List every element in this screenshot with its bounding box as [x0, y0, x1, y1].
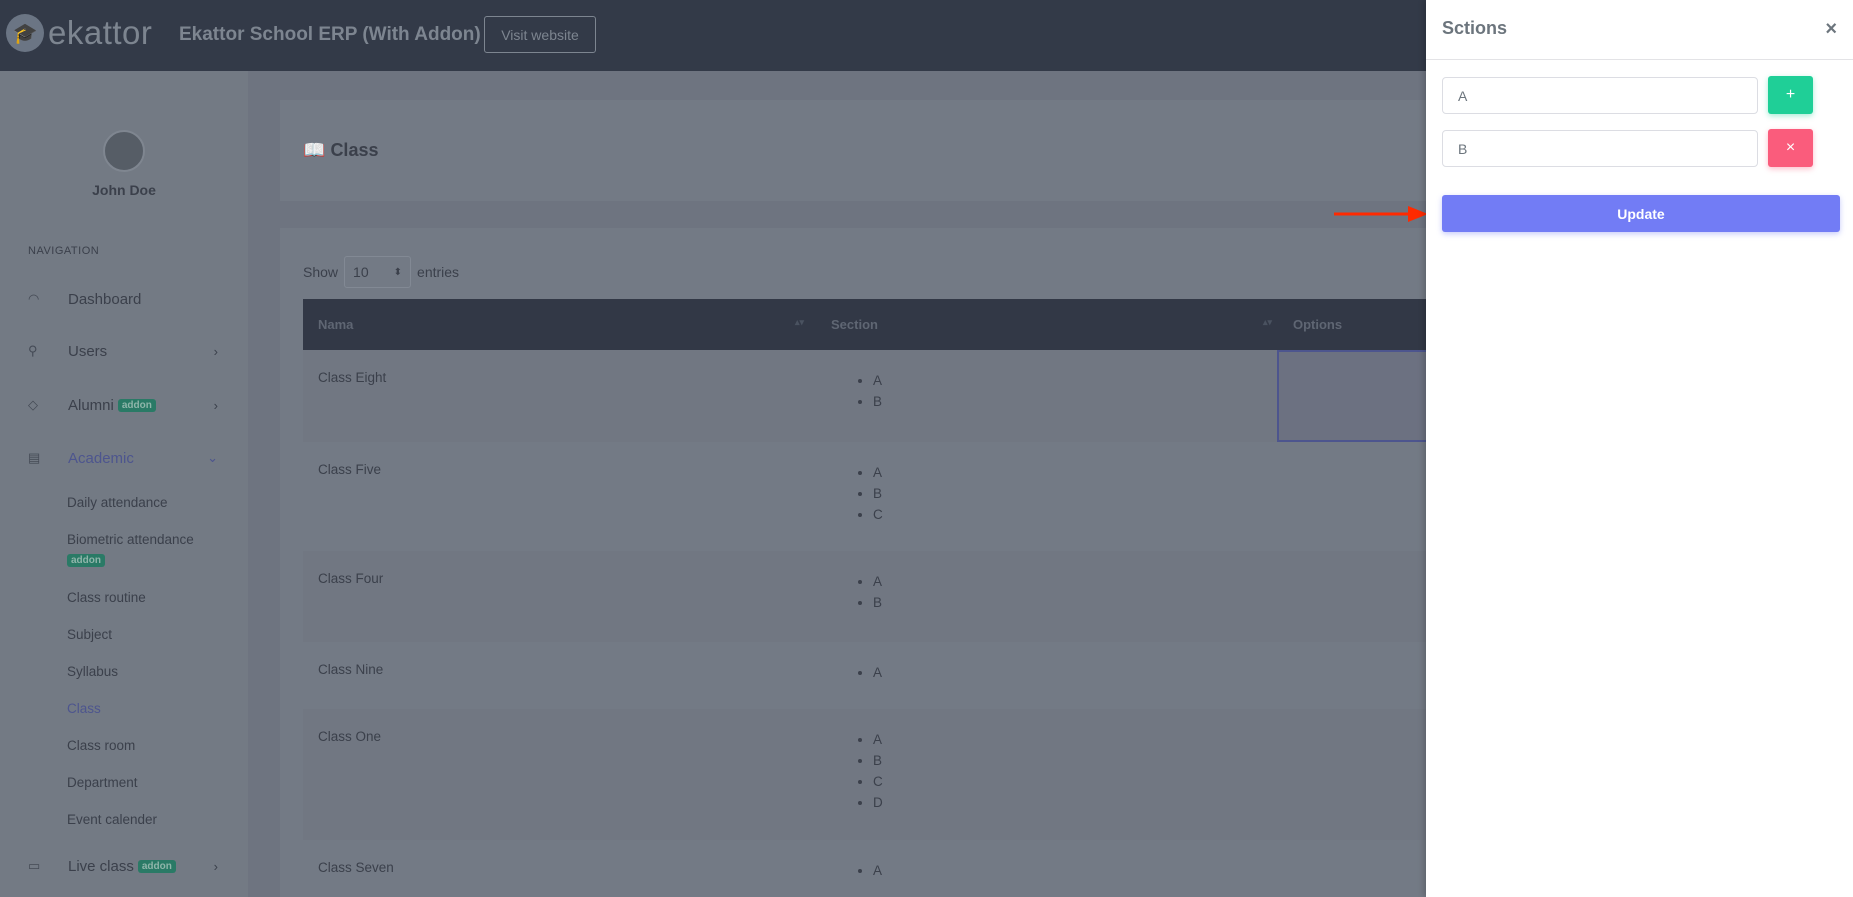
- sidebar-sub-syllabus[interactable]: Syllabus: [67, 664, 118, 679]
- class-name: Class Four: [318, 571, 384, 586]
- add-section-button[interactable]: +: [1768, 76, 1813, 114]
- section-list: A: [851, 662, 882, 683]
- class-name: Class One: [318, 729, 382, 744]
- show-label: Show: [303, 264, 339, 280]
- sidebar-sub-class[interactable]: Class: [67, 701, 101, 716]
- column-header-section[interactable]: Section: [831, 317, 878, 332]
- section-item: B: [873, 483, 883, 504]
- sections-panel: Sctions × A + B × Update: [1426, 0, 1853, 897]
- section-list: AB: [851, 370, 882, 412]
- section-list: A: [851, 860, 882, 881]
- video-icon: ▭: [28, 858, 41, 873]
- sidebar-sub-subject[interactable]: Subject: [67, 627, 112, 642]
- label: Live class: [68, 857, 134, 875]
- sidebar-sub-biometric-attendance[interactable]: Biometric attendance: [67, 532, 194, 547]
- table-row: Class Seven A: [303, 840, 1430, 897]
- section-list: ABCD: [851, 729, 883, 813]
- sidebar-sub-department[interactable]: Department: [67, 775, 138, 790]
- update-button[interactable]: Update: [1442, 195, 1840, 232]
- sort-arrows-icon: ⬍: [393, 266, 403, 278]
- sidebar-item-alumni[interactable]: ◇ Alumni addon ›: [28, 393, 218, 417]
- addon-badge: addon: [137, 859, 176, 873]
- book-icon: 📖: [303, 140, 326, 160]
- class-name: Class Nine: [318, 662, 384, 677]
- class-name: Class Seven: [318, 860, 394, 875]
- label: Academic: [68, 449, 134, 467]
- graduation-cap-icon: 🎓: [6, 14, 44, 52]
- entries-label: entries: [417, 264, 460, 280]
- section-item: A: [873, 662, 882, 683]
- section-item: B: [873, 592, 882, 613]
- section-item: A: [873, 860, 882, 881]
- title-card: [280, 100, 1430, 201]
- sidebar-sub-event-calender[interactable]: Event calender: [67, 812, 157, 827]
- avatar: [103, 130, 145, 172]
- sidebar-item-live-class[interactable]: ▭ Live class addon ›: [28, 854, 218, 878]
- sidebar-sub-class-routine[interactable]: Class routine: [67, 590, 146, 605]
- sidebar-item-users[interactable]: ⚲ Users ›: [28, 339, 218, 363]
- section-item: B: [873, 750, 883, 771]
- sidebar-item-academic[interactable]: ▤ Academic ⌄: [28, 446, 218, 470]
- column-header-options: Options: [1293, 317, 1343, 332]
- nav-heading: NAVIGATION: [28, 245, 100, 257]
- sort-icon[interactable]: ▴▾: [1263, 317, 1272, 328]
- table-row: Class Nine A: [303, 642, 1430, 709]
- class-name: Class Eight: [318, 370, 387, 385]
- divider: [1426, 59, 1853, 60]
- section-item: D: [873, 792, 883, 813]
- remove-section-button[interactable]: ×: [1768, 129, 1813, 167]
- chevron-right-icon: ›: [213, 858, 218, 874]
- label: Dashboard: [68, 290, 142, 308]
- section-item: A: [873, 370, 882, 391]
- table-row: Class Five ABC: [303, 442, 1430, 551]
- user-name: John Doe: [92, 182, 156, 198]
- school-icon: ▤: [28, 450, 41, 465]
- entries-select[interactable]: 10 ⬍: [344, 256, 412, 288]
- chevron-right-icon: ›: [213, 397, 218, 413]
- entries-value: 10: [353, 264, 369, 280]
- section-item: B: [873, 391, 882, 412]
- class-name: Class Five: [318, 462, 382, 477]
- section-input[interactable]: B: [1442, 130, 1758, 167]
- table-header: Nama ▴▾ Section ▴▾ Options: [303, 299, 1430, 350]
- label: Alumni: [68, 396, 114, 414]
- addon-badge: addon: [67, 554, 105, 567]
- sidebar-sub-daily-attendance[interactable]: Daily attendance: [67, 495, 168, 510]
- chevron-down-icon: ⌄: [207, 450, 218, 465]
- app-title: Ekattor School ERP (With Addon): [179, 24, 481, 45]
- label: Users: [68, 342, 108, 360]
- red-arrow-annotation: [1334, 206, 1428, 222]
- addon-badge: addon: [117, 398, 156, 412]
- logo-text: ekattor: [48, 14, 153, 51]
- section-item: C: [873, 771, 883, 792]
- table-row: Class Four AB: [303, 551, 1430, 642]
- sidebar-item-dashboard[interactable]: ◠ Dashboard: [28, 287, 218, 311]
- sidebar-sub-class-room[interactable]: Class room: [67, 738, 135, 753]
- page-title-text: Class: [330, 140, 379, 160]
- panel-title: Sctions: [1442, 18, 1508, 38]
- gauge-icon: ◠: [28, 291, 40, 306]
- close-icon[interactable]: ×: [1825, 18, 1837, 41]
- graduation-cap-icon: ◇: [28, 397, 38, 412]
- section-input[interactable]: A: [1442, 77, 1758, 114]
- section-list: AB: [851, 571, 882, 613]
- table-row: Class One ABCD: [303, 709, 1430, 840]
- section-item: A: [873, 462, 883, 483]
- logo[interactable]: 🎓 ekattor: [6, 14, 152, 52]
- page-title: 📖 Class: [303, 140, 378, 161]
- section-item: A: [873, 729, 883, 750]
- visit-website-button[interactable]: Visit website: [484, 16, 596, 53]
- options-cell-highlight[interactable]: [1277, 350, 1430, 442]
- section-item: A: [873, 571, 882, 592]
- section-item: C: [873, 504, 883, 525]
- entries-control: Show 10 ⬍ entries: [303, 256, 459, 288]
- section-list: ABC: [851, 462, 883, 525]
- sort-icon[interactable]: ▴▾: [795, 317, 804, 328]
- table-row: Class Eight AB: [303, 350, 1430, 442]
- user-icon: ⚲: [28, 343, 38, 358]
- column-header-name[interactable]: Nama: [318, 317, 353, 332]
- chevron-right-icon: ›: [213, 343, 218, 359]
